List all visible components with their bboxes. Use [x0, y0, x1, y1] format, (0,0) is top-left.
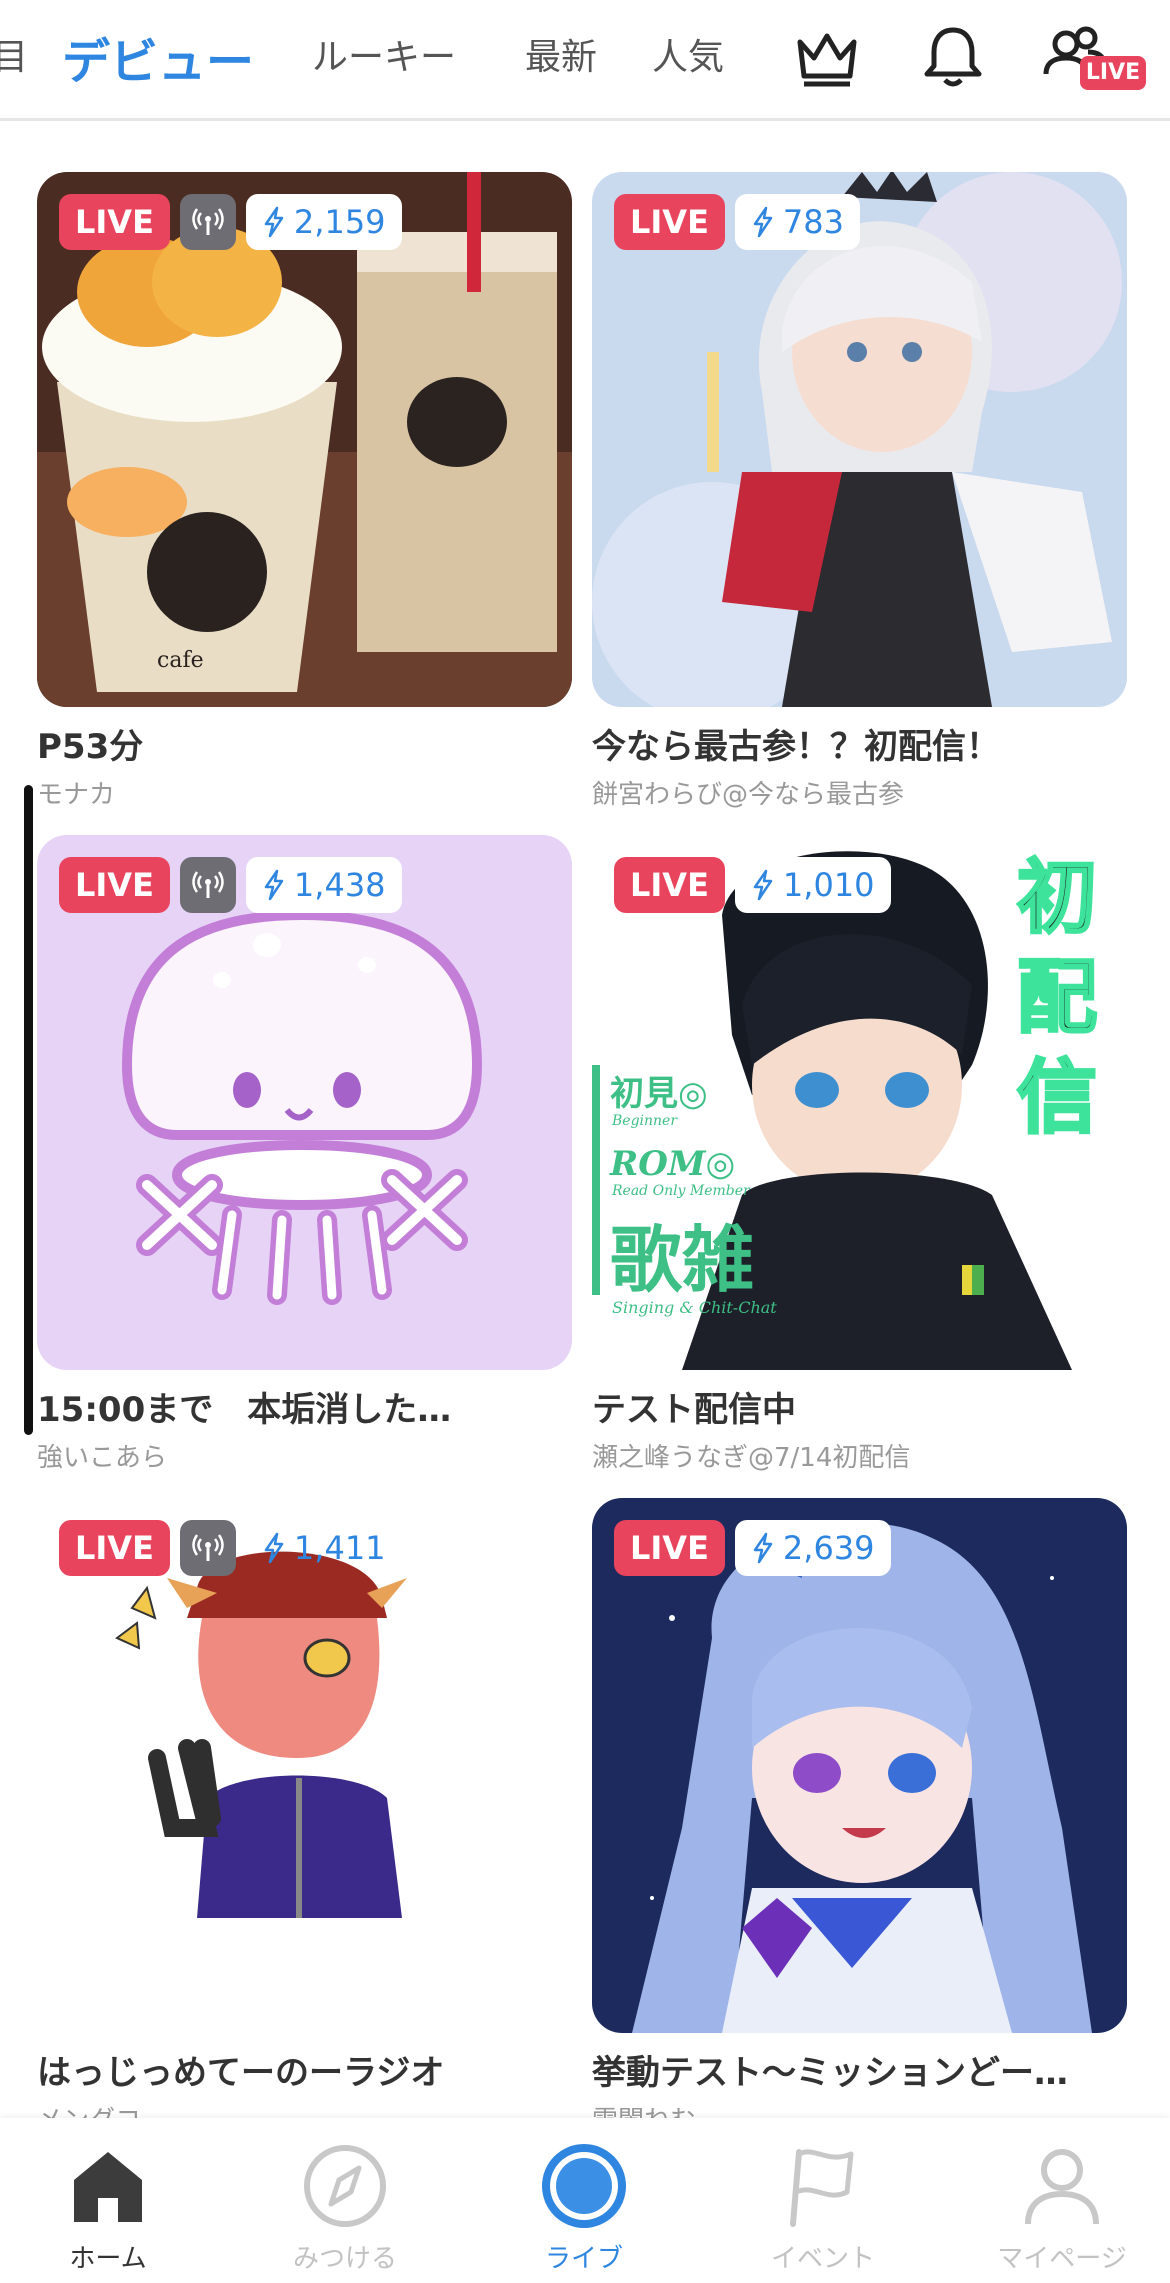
- nav-home[interactable]: ホーム: [18, 2138, 198, 2275]
- viewer-count-value: 1,010: [782, 866, 875, 904]
- stream-title[interactable]: 15:00まで 本垢消した…: [37, 1382, 572, 1431]
- viewer-count: 1,411: [246, 1520, 402, 1576]
- tab-popular[interactable]: 人気: [652, 28, 724, 80]
- viewer-count-value: 2,159: [293, 203, 386, 241]
- nav-mypage-label: マイページ: [997, 2244, 1127, 2274]
- nav-event-label: イベント: [770, 2244, 875, 2274]
- streamer-name[interactable]: 瀬之峰うなぎ@7/14初配信: [592, 1437, 1127, 1474]
- stream-thumbnail[interactable]: LIVE 1,438: [37, 835, 572, 1370]
- stream-thumbnail[interactable]: 初 配 信 初見◎ Beginner ROM◎ Read Only Member…: [592, 835, 1127, 1370]
- stream-title[interactable]: はっじっめてーのーラジオ: [37, 2045, 572, 2094]
- viewer-count-value: 783: [782, 203, 844, 241]
- lightning-icon: [264, 1532, 284, 1564]
- nav-event[interactable]: イベント: [733, 2138, 913, 2275]
- stream-thumbnail[interactable]: LIVE 2,639: [592, 1498, 1127, 2033]
- live-badge: LIVE: [614, 857, 725, 913]
- thumbnail-image: 初 配 信 初見◎ Beginner ROM◎ Read Only Member…: [592, 835, 1127, 1370]
- nav-mypage[interactable]: マイページ: [972, 2138, 1152, 2275]
- live-badge: LIVE: [59, 194, 170, 250]
- stream-card[interactable]: LIVE 2,639 挙動テスト〜ミッションどー… 雪闇ねむ: [592, 1498, 1127, 2137]
- stream-thumbnail[interactable]: LIVE 1,411: [37, 1498, 572, 2033]
- nav-discover[interactable]: みつける: [255, 2138, 435, 2275]
- stream-card[interactable]: 初 配 信 初見◎ Beginner ROM◎ Read Only Member…: [592, 835, 1127, 1474]
- tab-newest[interactable]: 最新: [525, 28, 597, 80]
- stream-card[interactable]: LIVE 1,438 15:00まで 本垢消した… 強いこあら: [37, 835, 572, 1474]
- viewer-count-value: 2,639: [782, 1529, 875, 1567]
- tab-rookie[interactable]: ルーキー: [312, 28, 456, 80]
- lightning-icon: [264, 869, 284, 901]
- svg-text:ROM◎: ROM◎: [609, 1144, 735, 1184]
- stream-title[interactable]: テスト配信中: [592, 1382, 1127, 1431]
- radio-icon: [179, 194, 236, 250]
- live-badge: LIVE: [59, 857, 170, 913]
- stream-title[interactable]: 挙動テスト〜ミッションどー…: [592, 2045, 1127, 2094]
- stream-card[interactable]: cafe LIVE 2,159 P53分 モナカ: [37, 172, 572, 811]
- radio-icon: [179, 1520, 236, 1576]
- streamer-name[interactable]: 強いこあら: [37, 1437, 572, 1474]
- header-live-badge: LIVE: [1080, 56, 1146, 90]
- stream-card[interactable]: LIVE 783 今なら最古参！？初配信！ 餅宮わらび@今なら最古参: [592, 172, 1127, 811]
- live-badge: LIVE: [614, 194, 725, 250]
- stream-thumbnail[interactable]: LIVE 783: [592, 172, 1127, 707]
- stream-title[interactable]: P53分: [37, 719, 572, 768]
- live-badge: LIVE: [614, 1520, 725, 1576]
- tab-debut[interactable]: デビュー: [62, 22, 254, 92]
- viewer-count-value: 1,411: [293, 1529, 386, 1567]
- streamer-name[interactable]: 餅宮わらび@今なら最古参: [592, 774, 1127, 811]
- lightning-icon: [753, 1532, 773, 1564]
- svg-text:cafe: cafe: [157, 648, 204, 673]
- svg-text:Read Only Member: Read Only Member: [611, 1183, 751, 1199]
- crown-icon[interactable]: [792, 22, 862, 92]
- streamer-name[interactable]: モナカ: [37, 774, 572, 811]
- viewer-count-value: 1,438: [293, 866, 386, 904]
- lightning-icon: [753, 869, 773, 901]
- nav-home-label: ホーム: [69, 2244, 147, 2274]
- thumbnail-image: [37, 835, 572, 1370]
- live-circle-icon: [536, 2138, 632, 2234]
- viewer-count: 2,639: [734, 1520, 891, 1576]
- flag-icon: [775, 2138, 871, 2234]
- tab-partial[interactable]: 目: [0, 28, 28, 80]
- thumbnail-image: [592, 1498, 1127, 2033]
- bell-icon[interactable]: [918, 22, 988, 92]
- svg-text:初見◎: 初見◎: [610, 1074, 708, 1114]
- top-tab-bar: 目 デビュー ルーキー 最新 人気 LIVE: [0, 0, 1170, 121]
- lightning-icon: [264, 206, 284, 238]
- viewer-count: 1,438: [245, 857, 402, 913]
- viewer-count: 2,159: [245, 194, 402, 250]
- thumbnail-image: cafe: [37, 172, 572, 707]
- thumbnail-image: [37, 1498, 572, 2033]
- viewer-count: 783: [734, 194, 860, 250]
- svg-text:初: 初: [1017, 850, 1097, 944]
- scroll-indicator[interactable]: [24, 785, 33, 1435]
- nav-live[interactable]: ライブ: [494, 2138, 674, 2275]
- stream-card[interactable]: LIVE 1,411 はっじっめてーのーラジオ メンダコ: [37, 1498, 572, 2137]
- svg-text:Singing & Chit-Chat: Singing & Chit-Chat: [612, 1298, 777, 1317]
- thumbnail-image: [592, 172, 1127, 707]
- person-icon: [1014, 2138, 1110, 2234]
- live-badge: LIVE: [59, 1520, 170, 1576]
- bottom-navigation: ホーム みつける ライブ イベント マイページ: [0, 2118, 1170, 2283]
- home-icon: [60, 2138, 156, 2234]
- stream-thumbnail[interactable]: cafe LIVE 2,159: [37, 172, 572, 707]
- nav-discover-label: みつける: [292, 2244, 397, 2274]
- radio-icon: [179, 857, 236, 913]
- svg-text:Beginner: Beginner: [611, 1113, 678, 1129]
- svg-text:信: 信: [1017, 1050, 1097, 1144]
- svg-text:歌雑: 歌雑: [610, 1217, 754, 1302]
- stream-title[interactable]: 今なら最古参！？初配信！: [592, 719, 1127, 768]
- viewer-count: 1,010: [734, 857, 891, 913]
- nav-live-label: ライブ: [544, 2244, 623, 2274]
- svg-text:配: 配: [1017, 950, 1097, 1044]
- lightning-icon: [753, 206, 773, 238]
- compass-icon: [297, 2138, 393, 2234]
